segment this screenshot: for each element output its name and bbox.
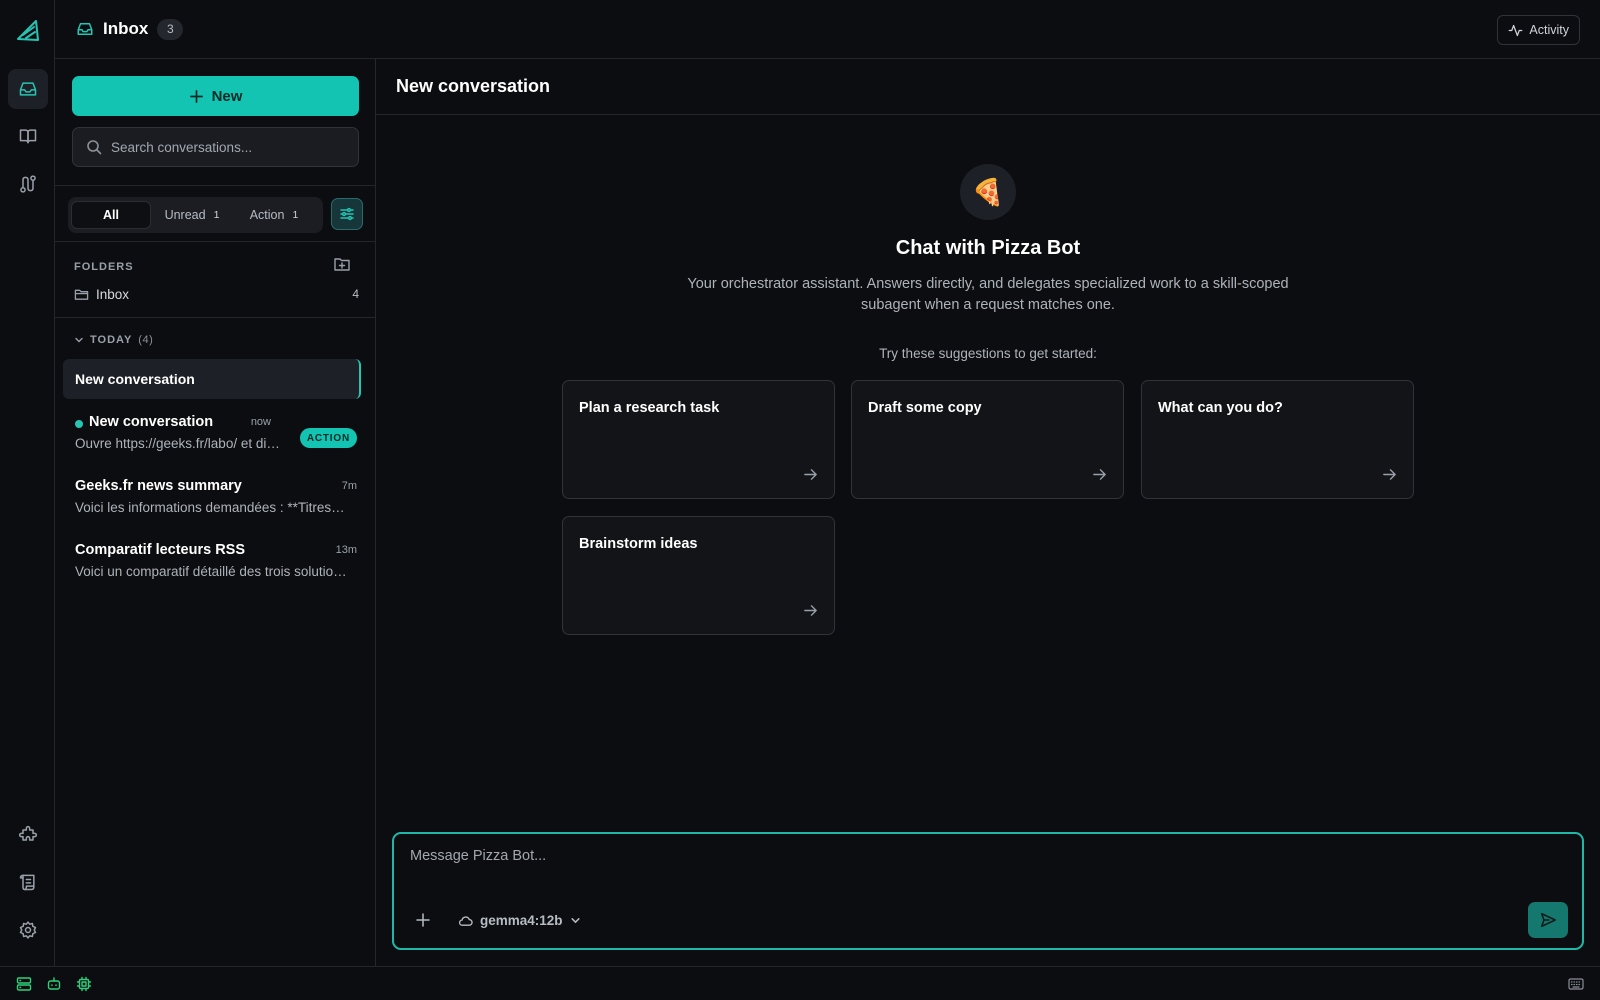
- rail-plugins-button[interactable]: [8, 815, 48, 855]
- divider: [55, 185, 375, 186]
- conversation-title: Comparatif lecteurs RSS: [75, 542, 246, 558]
- arrow-right-icon: [804, 605, 817, 616]
- status-bar: [0, 966, 1600, 1000]
- conversation-preview: Voici les informations demandées : **Tit…: [75, 500, 347, 515]
- new-folder-icon[interactable]: [333, 255, 351, 273]
- suggestion-card[interactable]: Plan a research task: [562, 380, 835, 499]
- activity-button[interactable]: Activity: [1497, 15, 1580, 45]
- conversation-time: 13m: [335, 544, 357, 556]
- folder-count: 4: [352, 287, 359, 301]
- folder-icon: [74, 289, 89, 300]
- rail-inbox-button[interactable]: [8, 69, 48, 109]
- filter-tab-count: 1: [213, 209, 220, 221]
- folder-item-inbox[interactable]: Inbox 4: [74, 283, 359, 305]
- model-selector[interactable]: gemma4:12b: [458, 910, 581, 930]
- suggestion-label: What can you do?: [1158, 400, 1283, 416]
- book-icon: [19, 129, 37, 144]
- conversation-time: now: [250, 416, 271, 428]
- message-input[interactable]: [410, 848, 1560, 872]
- chevron-down-icon: [570, 917, 580, 923]
- suggestion-label: Plan a research task: [579, 400, 720, 416]
- conversation-item[interactable]: New conversation now ACTION Ouvre https:…: [63, 414, 361, 454]
- bot-description: Your orchestrator assistant. Answers dir…: [687, 276, 1289, 313]
- filter-tab-label: Unread: [164, 208, 206, 222]
- conversation-preview: Ouvre https://geeks.fr/labo/ et dis-moi …: [75, 436, 285, 451]
- suggestion-card[interactable]: Draft some copy: [851, 380, 1124, 499]
- arrow-right-icon: [804, 469, 817, 480]
- folders-heading: FOLDERS: [74, 261, 134, 273]
- send-icon: [1540, 912, 1556, 928]
- rail-settings-button[interactable]: [8, 910, 48, 950]
- action-badge: ACTION: [299, 428, 357, 448]
- inbox-count-badge: 3: [157, 18, 184, 40]
- puzzle-icon: [18, 825, 38, 841]
- filter-tab-all[interactable]: All: [71, 201, 151, 229]
- divider: [55, 241, 375, 242]
- attach-plus-icon[interactable]: [415, 912, 431, 928]
- filter-tab-label: All: [103, 208, 119, 222]
- filter-tab-action[interactable]: Action 1: [233, 201, 315, 229]
- search-icon: [87, 140, 102, 155]
- server-icon[interactable]: [16, 976, 32, 992]
- bot-icon[interactable]: [46, 976, 62, 992]
- conversation-item[interactable]: Comparatif lecteurs RSS 13m Voici un com…: [63, 542, 361, 582]
- page-title: Inbox: [103, 19, 149, 38]
- send-button[interactable]: [1528, 902, 1568, 938]
- message-composer: gemma4:12b: [392, 832, 1584, 950]
- conversation-preview: Voici un comparatif détaillé des trois s…: [75, 564, 347, 579]
- conversation-title-bar: New conversation: [376, 59, 1600, 115]
- suggestion-card[interactable]: What can you do?: [1141, 380, 1414, 499]
- group-toggle-today[interactable]: TODAY (4): [74, 334, 153, 346]
- folder-label: Inbox: [96, 286, 130, 302]
- filter-tab-count: 1: [292, 209, 299, 221]
- unread-dot: [75, 420, 83, 428]
- suggestion-label: Draft some copy: [868, 400, 982, 416]
- search-input[interactable]: [111, 139, 351, 155]
- arrow-right-icon: [1383, 469, 1396, 480]
- cloud-icon: [458, 915, 473, 926]
- new-conversation-label: New: [211, 87, 243, 105]
- model-label: gemma4:12b: [480, 912, 563, 928]
- top-bar: Inbox 3 Activity: [55, 0, 1600, 59]
- filter-tab-label: Action: [249, 208, 285, 222]
- divider: [55, 317, 375, 318]
- inbox-icon: [19, 82, 37, 96]
- gear-icon: [19, 921, 37, 939]
- chip-icon[interactable]: [76, 976, 92, 992]
- rail-logs-button[interactable]: [8, 862, 48, 902]
- app-logo-icon[interactable]: [15, 18, 41, 44]
- sliders-icon: [340, 207, 354, 221]
- conversation-title: New conversation: [75, 371, 195, 387]
- conversation-title: New conversation: [89, 414, 214, 430]
- arrow-right-icon: [1093, 469, 1106, 480]
- suggestion-card[interactable]: Brainstorm ideas: [562, 516, 835, 635]
- group-count: (4): [138, 334, 154, 346]
- suggestions-heading: Try these suggestions to get started:: [879, 346, 1097, 361]
- group-label: TODAY: [90, 334, 133, 346]
- rail-routes-button[interactable]: [8, 164, 48, 204]
- scroll-icon: [19, 874, 35, 891]
- rail-library-button[interactable]: [8, 116, 48, 156]
- activity-icon: [1509, 24, 1523, 36]
- inbox-icon: [77, 23, 93, 35]
- bot-avatar: 🍕: [960, 164, 1016, 220]
- filter-tabs: All Unread 1 Action 1: [68, 197, 323, 233]
- activity-label: Activity: [1529, 23, 1569, 37]
- plus-icon: [189, 89, 203, 103]
- new-conversation-button[interactable]: New: [72, 76, 359, 116]
- conversation-heading: New conversation: [396, 76, 551, 96]
- route-icon: [20, 175, 36, 193]
- filter-tab-unread[interactable]: Unread 1: [151, 201, 233, 229]
- keyboard-icon[interactable]: [1568, 977, 1584, 991]
- conversation-item[interactable]: Geeks.fr news summary 7m Voici les infor…: [63, 478, 361, 518]
- filter-options-button[interactable]: [331, 198, 363, 230]
- conversation-time: 7m: [341, 480, 357, 492]
- suggestion-label: Brainstorm ideas: [579, 536, 698, 552]
- conversation-item-selected[interactable]: New conversation: [63, 359, 361, 399]
- left-rail: [0, 0, 55, 966]
- bot-title: Chat with Pizza Bot: [895, 237, 1081, 259]
- chevron-down-icon: [75, 337, 83, 343]
- search-box: [72, 127, 359, 167]
- conversation-title: Geeks.fr news summary: [75, 478, 242, 494]
